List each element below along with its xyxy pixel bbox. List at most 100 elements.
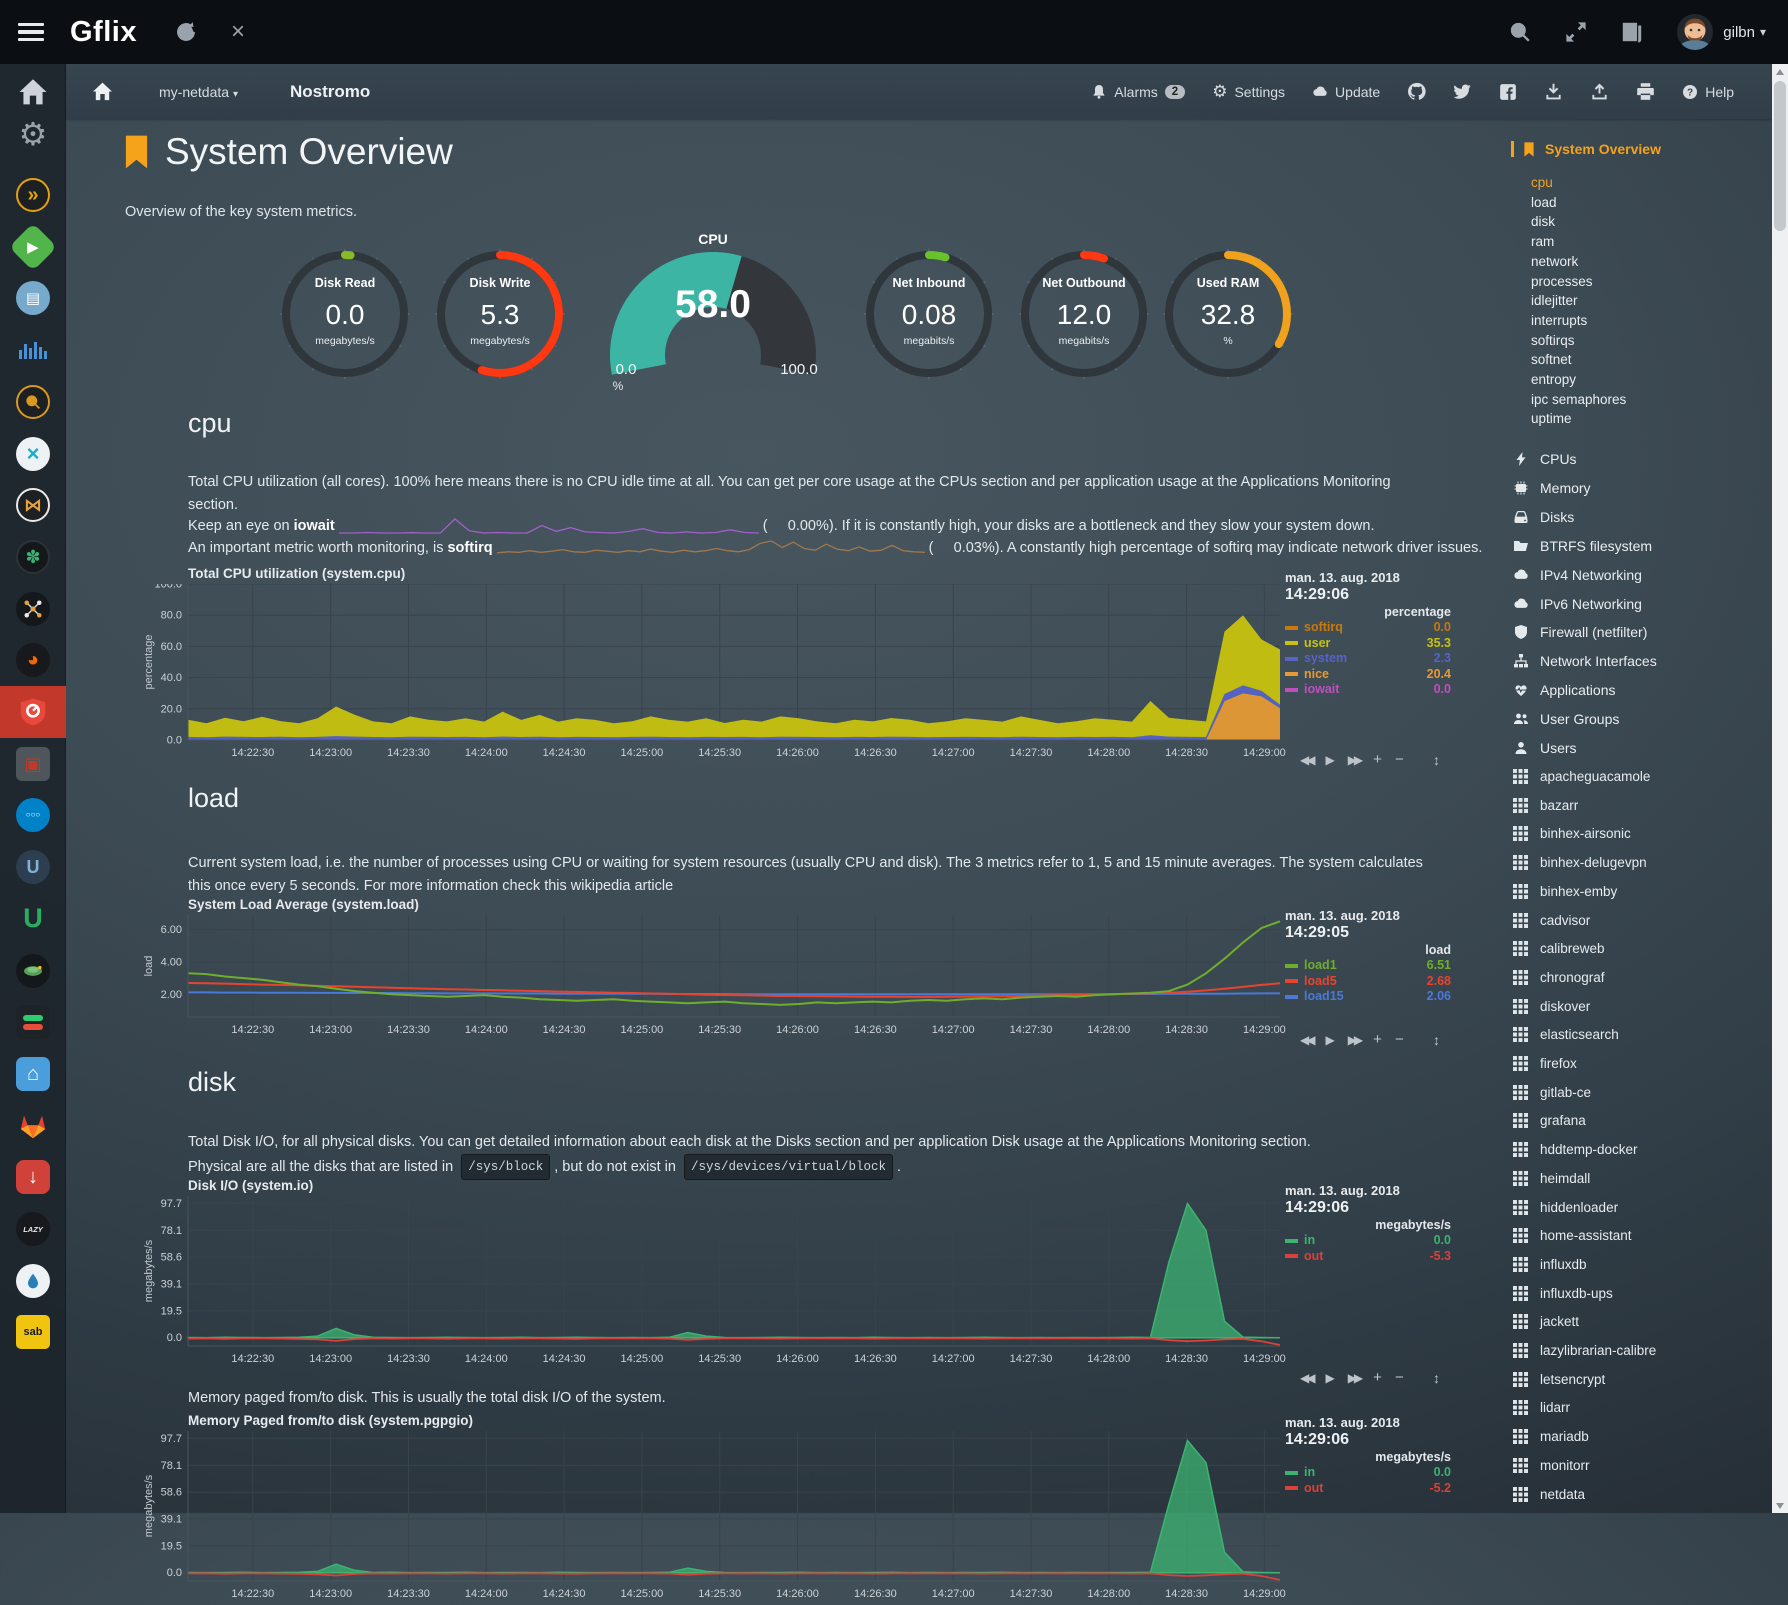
sidebar-item-interrupts[interactable]: interrupts xyxy=(1531,313,1587,328)
sidebar-app-heimdall[interactable]: heimdall xyxy=(1513,1171,1590,1186)
sidebar-app-netdata[interactable]: netdata xyxy=(1513,1487,1585,1502)
scrollbar-down-arrow[interactable] xyxy=(1772,1498,1788,1513)
gauge-net-outbound[interactable]: Net Outbound12.0megabits/s xyxy=(1017,247,1151,397)
app-icon-letsencrypt[interactable]: ✽ xyxy=(15,539,51,575)
app-icon-emby[interactable]: ▶ xyxy=(15,229,51,265)
app-icon-nextcloud[interactable]: ○○○ xyxy=(15,797,51,833)
gauge-disk-read[interactable]: Disk Read0.0megabytes/s xyxy=(278,247,412,397)
close-icon[interactable]: × xyxy=(231,21,245,43)
sidebar-section-user-groups[interactable]: User Groups xyxy=(1513,711,1619,727)
sidebar-section-system-overview[interactable]: System Overview xyxy=(1511,141,1661,157)
sidebar-app-influxdb-ups[interactable]: influxdb-ups xyxy=(1513,1286,1613,1301)
print-icon[interactable] xyxy=(1636,82,1655,101)
legend-item-out[interactable]: out-5.2 xyxy=(1285,1481,1451,1497)
hamburger-menu-icon[interactable] xyxy=(18,23,44,41)
sidebar-section-ipv4-networking[interactable]: IPv4 Networking xyxy=(1513,567,1642,583)
app-icon-gitlab[interactable] xyxy=(15,1108,51,1144)
legend-item-out[interactable]: out-5.3 xyxy=(1285,1249,1451,1265)
sidebar-app-cadvisor[interactable]: cadvisor xyxy=(1513,913,1590,928)
pan-backward-button[interactable]: ◀◀ xyxy=(1300,1033,1312,1047)
sidebar-item-load[interactable]: load xyxy=(1531,195,1557,210)
zoom-out-button[interactable]: − xyxy=(1395,1369,1404,1386)
pan-forward-button[interactable]: ▶▶ xyxy=(1348,1371,1360,1385)
sidebar-section-memory[interactable]: Memory xyxy=(1513,480,1591,496)
app-icon-plex[interactable]: » xyxy=(15,177,51,213)
settings-button[interactable]: ⚙ Settings xyxy=(1212,84,1285,100)
import-icon[interactable] xyxy=(1544,82,1563,101)
app-icon-ubooquity[interactable]: U xyxy=(15,849,51,885)
app-icon-bazarr[interactable]: ⋈ xyxy=(15,487,51,523)
sidebar-item-idlejitter[interactable]: idlejitter xyxy=(1531,293,1578,308)
sidebar-section-network-interfaces[interactable]: Network Interfaces xyxy=(1513,653,1657,669)
pan-forward-button[interactable]: ▶▶ xyxy=(1348,1033,1360,1047)
legend-item-in[interactable]: in0.0 xyxy=(1285,1233,1451,1249)
sidebar-app-binhex-airsonic[interactable]: binhex-airsonic xyxy=(1513,826,1631,841)
chart-disk[interactable]: Disk I/O (system.io)0.019.539.158.678.19… xyxy=(86,1178,1346,1370)
scrollbar-thumb[interactable] xyxy=(1774,81,1786,231)
app-icon-jackett[interactable] xyxy=(15,384,51,420)
legend-item-in[interactable]: in0.0 xyxy=(1285,1465,1451,1481)
pan-forward-button[interactable]: ▶▶ xyxy=(1348,753,1360,767)
user-menu-chevron-down-icon[interactable]: ▾ xyxy=(1760,25,1766,39)
play-button[interactable]: ▶ xyxy=(1325,753,1334,767)
zoom-in-button[interactable]: + xyxy=(1373,751,1382,768)
hostname[interactable]: Nostromo xyxy=(290,82,370,102)
zoom-out-button[interactable]: − xyxy=(1395,751,1404,768)
chart-cpu[interactable]: Total CPU utilization (system.cpu)0.020.… xyxy=(86,566,1346,764)
changelog-icon[interactable] xyxy=(1621,21,1643,43)
scrollbar-up-arrow[interactable] xyxy=(1772,64,1788,79)
sidebar-item-uptime[interactable]: uptime xyxy=(1531,411,1572,426)
home-icon[interactable] xyxy=(92,81,113,102)
gauge-net-inbound[interactable]: Net Inbound0.08megabits/s xyxy=(862,247,996,397)
sidebar-app-influxdb[interactable]: influxdb xyxy=(1513,1257,1587,1272)
chart-resize-handle[interactable]: ↕ xyxy=(1433,752,1440,768)
sidebar-item-softnet[interactable]: softnet xyxy=(1531,352,1572,367)
app-icon-calibre-web[interactable]: ▤ xyxy=(15,280,51,316)
username[interactable]: gilbn xyxy=(1723,24,1755,41)
sidebar-app-chronograf[interactable]: chronograf xyxy=(1513,970,1605,985)
sidebar-app-lidarr[interactable]: lidarr xyxy=(1513,1400,1570,1415)
app-icon-grafana[interactable]: ◕ xyxy=(15,642,51,678)
legend-item-user[interactable]: user35.3 xyxy=(1285,636,1451,652)
github-icon[interactable] xyxy=(1407,82,1426,101)
app-icon-settings[interactable]: ⚙ xyxy=(15,116,51,152)
sidebar-app-firefox[interactable]: firefox xyxy=(1513,1056,1577,1071)
app-icon-home[interactable] xyxy=(15,74,51,110)
pan-backward-button[interactable]: ◀◀ xyxy=(1300,753,1312,767)
refresh-icon[interactable] xyxy=(175,21,197,43)
legend-item-load1[interactable]: load16.51 xyxy=(1285,958,1451,974)
sidebar-item-ram[interactable]: ram xyxy=(1531,234,1554,249)
sidebar-section-disks[interactable]: Disks xyxy=(1513,509,1574,525)
chart-resize-handle[interactable]: ↕ xyxy=(1433,1032,1440,1048)
zoom-out-button[interactable]: − xyxy=(1395,1031,1404,1048)
sidebar-app-bazarr[interactable]: bazarr xyxy=(1513,798,1578,813)
fullscreen-icon[interactable] xyxy=(1565,21,1587,43)
app-icon-monitorr[interactable] xyxy=(15,1004,51,1040)
help-button[interactable]: ? Help xyxy=(1682,84,1734,100)
sidebar-app-binhex-delugevpn[interactable]: binhex-delugevpn xyxy=(1513,855,1647,870)
sidebar-section-cpus[interactable]: CPUs xyxy=(1513,451,1577,467)
sidebar-app-gitlab-ce[interactable]: gitlab-ce xyxy=(1513,1085,1591,1100)
chart-resize-handle[interactable]: ↕ xyxy=(1433,1370,1440,1386)
play-button[interactable]: ▶ xyxy=(1325,1371,1334,1385)
sidebar-app-lazylibrarian-calibre[interactable]: lazylibrarian-calibre xyxy=(1513,1343,1656,1358)
alarms-button[interactable]: Alarms 2 xyxy=(1091,84,1185,100)
legend-item-load15[interactable]: load152.06 xyxy=(1285,989,1451,1005)
sidebar-section-btrfs-filesystem[interactable]: BTRFS filesystem xyxy=(1513,538,1652,554)
app-icon-deluge[interactable] xyxy=(15,1263,51,1299)
zoom-in-button[interactable]: + xyxy=(1373,1369,1382,1386)
app-icon-ytdl[interactable]: ↓ xyxy=(15,1159,51,1195)
app-icon-diskover[interactable] xyxy=(15,591,51,627)
zoom-in-button[interactable]: + xyxy=(1373,1031,1382,1048)
gauge-used-ram[interactable]: Used RAM32.8% xyxy=(1161,247,1295,397)
twitter-icon[interactable] xyxy=(1453,82,1472,101)
sidebar-item-softirqs[interactable]: softirqs xyxy=(1531,333,1575,348)
export-icon[interactable] xyxy=(1590,82,1609,101)
app-icon-tautulli[interactable] xyxy=(15,953,51,989)
sidebar-app-calibreweb[interactable]: calibreweb xyxy=(1513,941,1605,956)
sidebar-item-ipc-semaphores[interactable]: ipc semaphores xyxy=(1531,392,1626,407)
sidebar-item-network[interactable]: network xyxy=(1531,254,1578,269)
app-icon-home-assistant[interactable]: ⌂ xyxy=(15,1056,51,1092)
sidebar-section-ipv6-networking[interactable]: IPv6 Networking xyxy=(1513,596,1642,612)
app-icon-cubes[interactable]: ▣ xyxy=(15,746,51,782)
